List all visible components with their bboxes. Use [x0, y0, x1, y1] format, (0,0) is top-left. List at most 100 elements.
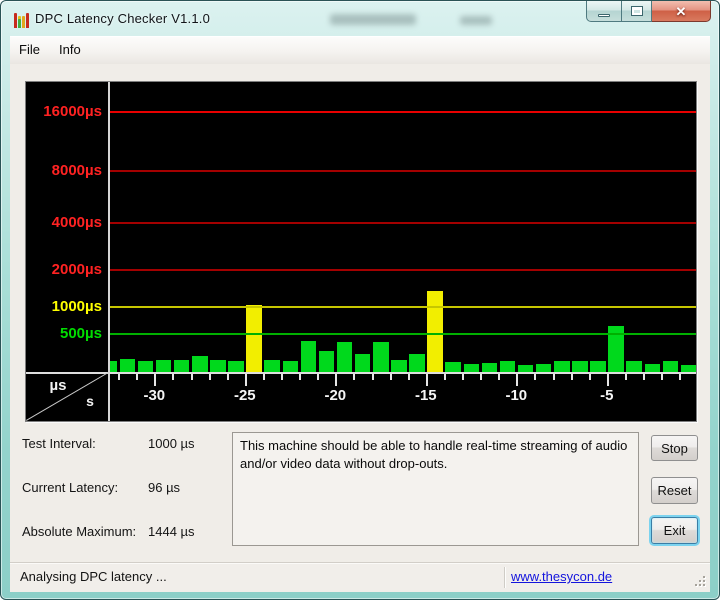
x-tick-minor	[227, 374, 229, 380]
x-tick-major	[335, 374, 337, 386]
gridline-2000us	[110, 269, 696, 271]
x-tick-minor	[643, 374, 645, 380]
latency-bar	[174, 360, 190, 373]
x-tick-minor	[372, 374, 374, 380]
latency-bar	[536, 364, 552, 372]
minimize-icon	[598, 14, 610, 17]
x-tick-minor	[390, 374, 392, 380]
latency-bar	[445, 362, 461, 372]
latency-bar	[482, 363, 498, 372]
gridline-1000us	[110, 306, 696, 308]
latency-bar	[210, 360, 226, 373]
maximize-button[interactable]	[622, 1, 652, 22]
x-tick-minor	[534, 374, 536, 380]
status-bar: Analysing DPC latency ... www.thesycon.d…	[10, 564, 710, 592]
latency-chart: µs s 16000µs8000µs4000µs2000µs1000µs500µ…	[25, 81, 697, 422]
x-tick-minor	[172, 374, 174, 380]
aero-reflection	[330, 14, 416, 25]
close-button[interactable]: ✕	[652, 1, 711, 22]
x-tick-label--5: -5	[585, 387, 629, 404]
x-tick-minor	[408, 374, 410, 380]
latency-bar	[464, 364, 480, 372]
y-axis-label-500us: 500µs	[26, 324, 102, 344]
stop-button[interactable]: Stop	[651, 435, 698, 461]
latency-bar	[120, 359, 136, 372]
gridline-16000us	[110, 111, 696, 113]
latency-bar	[391, 360, 407, 373]
x-tick-minor	[353, 374, 355, 380]
latency-bar	[554, 361, 570, 372]
latency-bar	[663, 361, 679, 372]
assessment-text-box: This machine should be able to handle re…	[232, 432, 639, 546]
latency-bar	[319, 351, 335, 372]
stat-label-1: Test Interval:	[22, 436, 96, 451]
latency-bar	[110, 361, 117, 372]
x-tick-minor	[299, 374, 301, 380]
x-tick-minor	[191, 374, 193, 380]
x-tick-minor	[589, 374, 591, 380]
chart-plot-area	[110, 82, 696, 372]
stat-value-1: 1000 µs	[148, 436, 195, 451]
minimize-button[interactable]	[586, 1, 622, 22]
client-area: µs s 16000µs8000µs4000µs2000µs1000µs500µ…	[10, 64, 710, 592]
latency-bar	[264, 360, 280, 373]
x-tick-minor	[625, 374, 627, 380]
x-tick-minor	[679, 374, 681, 380]
x-axis-unit-label: s	[78, 393, 102, 409]
status-pane-separator	[504, 567, 505, 588]
x-axis-baseline	[26, 372, 696, 374]
x-tick-minor	[118, 374, 120, 380]
x-tick-major	[516, 374, 518, 386]
x-tick-minor	[553, 374, 555, 380]
latency-bar	[590, 361, 606, 372]
stat-label-2: Current Latency:	[22, 480, 118, 495]
x-tick-minor	[498, 374, 500, 380]
latency-bar-warning	[427, 291, 443, 372]
x-tick-minor	[571, 374, 573, 380]
x-tick-label--20: -20	[313, 387, 357, 404]
window-title: DPC Latency Checker V1.1.0	[35, 11, 210, 26]
y-axis-unit-label: µs	[40, 377, 76, 394]
resize-grip[interactable]	[693, 574, 705, 586]
x-tick-minor	[444, 374, 446, 380]
reset-button[interactable]: Reset	[651, 477, 698, 504]
x-tick-label--30: -30	[132, 387, 176, 404]
latency-bar	[409, 354, 425, 372]
status-text: Analysing DPC latency ...	[20, 564, 167, 590]
x-tick-minor	[480, 374, 482, 380]
menu-info[interactable]: Info	[52, 40, 88, 60]
x-tick-label--15: -15	[404, 387, 448, 404]
latency-bar	[337, 342, 353, 372]
title-bar[interactable]: DPC Latency Checker V1.1.0 ✕	[0, 0, 720, 36]
x-tick-major	[245, 374, 247, 386]
latency-bar	[500, 361, 516, 372]
close-icon: ✕	[676, 5, 687, 18]
menu-file[interactable]: File	[12, 40, 47, 60]
latency-bar	[138, 361, 154, 372]
maximize-icon	[631, 6, 643, 16]
app-icon	[14, 11, 29, 28]
latency-bar	[518, 365, 534, 372]
y-axis-label-4000us: 4000µs	[26, 213, 102, 233]
gridline-8000us	[110, 170, 696, 172]
x-tick-minor	[317, 374, 319, 380]
assessment-text: This machine should be able to handle re…	[240, 438, 627, 471]
x-tick-label--25: -25	[223, 387, 267, 404]
thesycon-link[interactable]: www.thesycon.de	[511, 564, 612, 590]
x-tick-minor	[462, 374, 464, 380]
latency-bar-warning	[246, 305, 262, 372]
x-tick-label--10: -10	[494, 387, 538, 404]
exit-button[interactable]: Exit	[651, 517, 698, 544]
x-tick-minor	[209, 374, 211, 380]
latency-bar	[192, 356, 208, 372]
stat-value-2: 96 µs	[148, 480, 180, 495]
latency-bar	[645, 364, 661, 372]
menu-bar: FileInfo	[10, 36, 710, 64]
latency-bar	[572, 361, 588, 372]
gridline-4000us	[110, 222, 696, 224]
latency-bar	[626, 361, 642, 372]
y-axis-label-8000us: 8000µs	[26, 161, 102, 181]
aero-reflection	[460, 16, 492, 25]
x-tick-minor	[136, 374, 138, 380]
y-axis-label-2000us: 2000µs	[26, 260, 102, 280]
